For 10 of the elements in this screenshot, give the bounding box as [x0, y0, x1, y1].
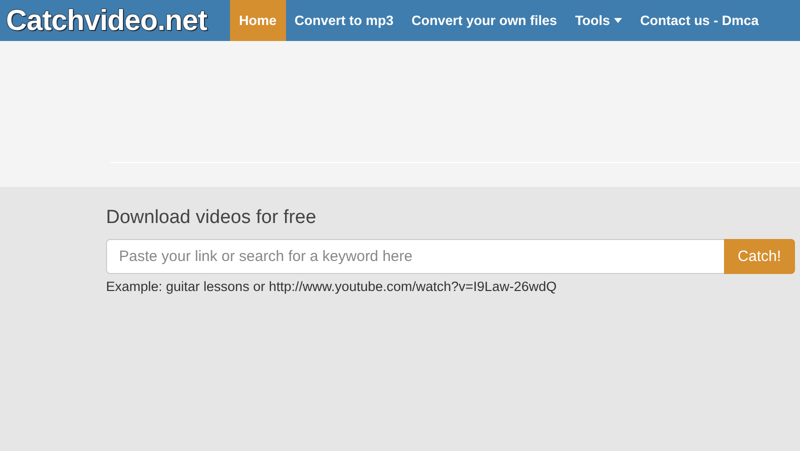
site-logo[interactable]: Catchvideo.net [0, 0, 224, 41]
nav-link[interactable]: Convert your own files [402, 0, 566, 41]
example-text: Example: guitar lessons or http://www.youtube.com/watch?v=I9Law-26wdQ [106, 279, 558, 294]
nav-link[interactable]: Convert to mp3 [286, 0, 403, 41]
nav-link[interactable]: Tools [566, 0, 632, 41]
section-heading: Download videos for free [106, 207, 318, 229]
search-field[interactable]: Paste your link or search for a keyword here [106, 239, 724, 274]
nav-link[interactable]: Contact us - Dmca [631, 0, 768, 41]
nav-link[interactable]: Home [230, 0, 286, 41]
catch-button[interactable]: Catch! [724, 239, 795, 274]
